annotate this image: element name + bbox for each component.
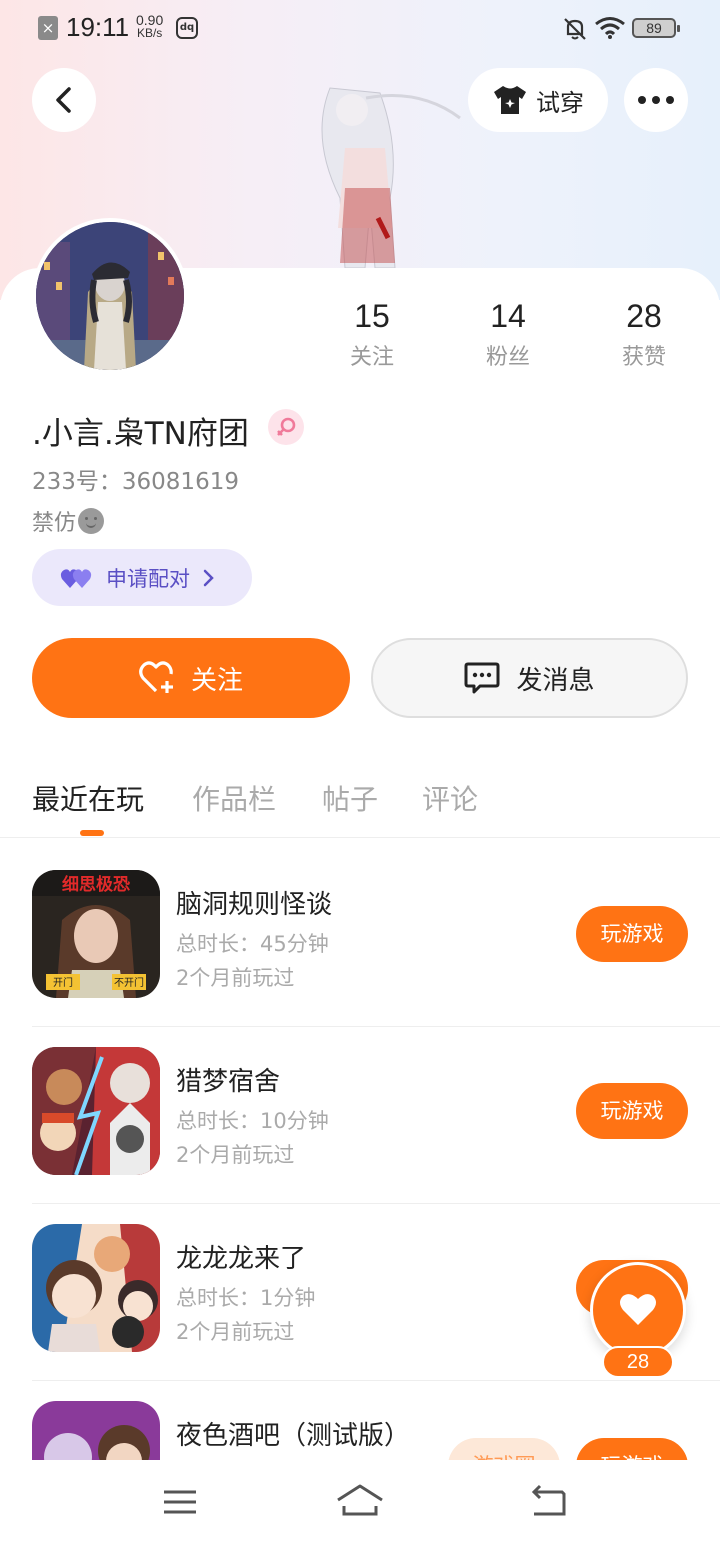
stat-likes-label: 获赞 (621, 345, 666, 370)
signature: 禁仿 (32, 505, 105, 537)
follow-button[interactable]: 关注 (32, 638, 350, 718)
heart-icon (620, 1294, 656, 1325)
apply-pair-label: 申请配对 (106, 566, 190, 591)
game-duration: 总时长：1分钟 (176, 1286, 316, 1310)
system-navigation-bar (0, 1460, 720, 1544)
tab-works[interactable]: 作品栏 (192, 778, 276, 818)
back-button[interactable] (32, 68, 96, 132)
smile-emoji-icon (78, 508, 105, 534)
nickname: .小言.枭TN府团 (32, 416, 249, 452)
stat-following-label: 关注 (349, 345, 394, 370)
chat-bubble-icon (464, 662, 500, 694)
send-message-button[interactable]: 发消息 (371, 638, 688, 718)
game-title: 龙龙龙来了 (176, 1244, 307, 1274)
status-bar: × 19:11 0.90 KB/s dq 89 (0, 0, 720, 56)
active-tab-indicator (80, 830, 104, 836)
battery-icon: 89 (632, 18, 680, 38)
stat-likes-value: 28 (626, 298, 662, 334)
game-title: 猎梦宿舍 (176, 1067, 281, 1097)
stat-followers-value: 14 (490, 298, 526, 334)
avatar-3d-figure (321, 87, 461, 269)
tshirt-icon (494, 86, 526, 114)
back-arrow-icon[interactable] (524, 1480, 574, 1524)
home-icon[interactable] (335, 1480, 385, 1524)
bell-muted-icon (564, 18, 586, 40)
female-gender-icon (268, 409, 304, 445)
more-dot-icon (666, 96, 674, 104)
game-title: 脑洞规则怪谈 (176, 890, 333, 920)
avatar-illustration (36, 222, 184, 370)
follow-label: 关注 (190, 665, 243, 696)
list-item[interactable]: 细思极恐 开门 不开门 脑洞规则怪谈 总时长：45分钟 2个月前玩过 玩游戏 (32, 838, 720, 1027)
more-dot-icon (638, 96, 646, 104)
floating-like-button[interactable] (590, 1262, 686, 1358)
send-message-label: 发消息 (516, 665, 595, 696)
game-last-played: 2个月前玩过 (176, 1320, 295, 1344)
stat-following-value: 15 (354, 298, 390, 334)
tab-comments[interactable]: 评论 (422, 778, 478, 818)
game-last-played: 2个月前玩过 (176, 1143, 295, 1167)
stat-following[interactable]: 15 关注 (312, 298, 432, 371)
play-game-button[interactable]: 玩游戏 (576, 1083, 688, 1139)
status-time: 19:11 (66, 12, 130, 42)
game-last-played: 2个月前玩过 (176, 966, 295, 990)
apply-pair-button[interactable]: 申请配对 (32, 549, 252, 606)
more-dot-icon (652, 96, 660, 104)
signature-text: 禁仿 (32, 511, 77, 536)
profile-tabs: 最近在玩 作品栏 帖子 评论 (0, 768, 720, 838)
tab-posts[interactable]: 帖子 (322, 778, 378, 818)
floating-like-count: 28 (602, 1346, 674, 1378)
game-title: 夜色酒吧（测试版） (176, 1421, 411, 1451)
chevron-right-icon (203, 569, 214, 586)
stat-likes[interactable]: 28 获赞 (584, 298, 704, 371)
user-id: 233号：36081619 (32, 469, 239, 495)
try-on-button[interactable]: 试穿 (468, 68, 608, 132)
network-speed: 0.90 KB/s (136, 13, 163, 40)
game-icon-title-text: 细思极恐 (62, 874, 130, 895)
more-options-button[interactable] (624, 68, 688, 132)
stat-followers-label: 粉丝 (485, 345, 530, 370)
game-duration: 总时长：45分钟 (176, 932, 329, 956)
avatar[interactable] (32, 218, 188, 374)
stat-followers[interactable]: 14 粉丝 (448, 298, 568, 371)
game-icon-tag-text: 不开门 (114, 976, 144, 989)
game-duration: 总时长：10分钟 (176, 1109, 329, 1133)
heart-plus-icon (139, 661, 173, 693)
play-game-button[interactable]: 玩游戏 (576, 906, 688, 962)
tab-recently-played[interactable]: 最近在玩 (32, 778, 144, 818)
network-speed-unit: KB/s (136, 26, 163, 40)
game-icon-tag-text: 开门 (53, 976, 73, 989)
list-item[interactable]: 猎梦宿舍 总时长：10分钟 2个月前玩过 玩游戏 (32, 1015, 720, 1204)
notification-x-icon: × (38, 16, 58, 40)
menu-icon[interactable] (155, 1480, 205, 1524)
wifi-icon (595, 17, 625, 39)
double-heart-icon (60, 568, 92, 588)
female-symbol-icon (277, 417, 296, 436)
game-icon (32, 1047, 160, 1175)
game-icon (32, 1224, 160, 1352)
game-icon: 细思极恐 开门 不开门 (32, 870, 160, 998)
try-on-label: 试穿 (536, 88, 584, 117)
chevron-left-icon (56, 87, 71, 113)
app-notification-icon: dq (176, 17, 198, 39)
